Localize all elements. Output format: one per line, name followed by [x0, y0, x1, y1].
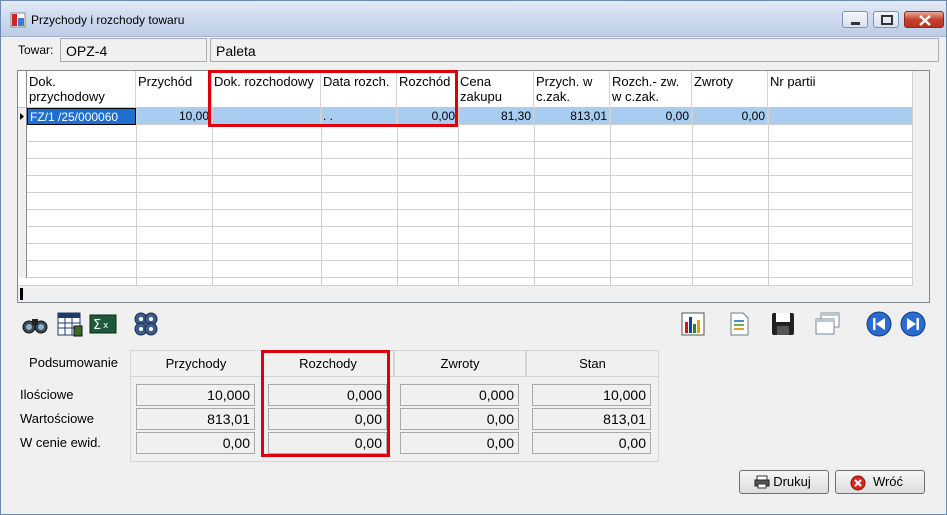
summary-value: 0,00	[532, 432, 651, 454]
title-bar[interactable]: Przychody i rozchody towaru	[1, 1, 946, 37]
printer-icon	[754, 475, 770, 489]
svg-text:Σ: Σ	[93, 318, 101, 333]
summary-value: 813,01	[532, 408, 651, 430]
summary-col-stan: Stan	[526, 350, 659, 377]
cancel-icon	[850, 475, 866, 491]
summary-value: 0,00	[136, 432, 255, 454]
first-record-icon[interactable]	[865, 310, 893, 338]
summary-col-przychody: Przychody	[130, 350, 262, 377]
back-button[interactable]: Wróć	[835, 470, 925, 494]
vertical-scrollbar[interactable]	[912, 71, 929, 302]
app-icon	[10, 12, 26, 28]
transactions-grid[interactable]: Dok. przychodowy Przychód Dok. rozchodow…	[17, 70, 930, 303]
close-button[interactable]	[904, 11, 944, 28]
summary-value: 10,000	[136, 384, 255, 406]
save-icon[interactable]	[769, 310, 797, 338]
window: Przychody i rozchody towaru Towar: OPZ-4…	[0, 0, 947, 515]
summary-value: 813,01	[136, 408, 255, 430]
last-record-icon[interactable]	[899, 310, 927, 338]
calculator-grid-icon[interactable]	[56, 310, 84, 338]
header-indicator	[18, 71, 27, 108]
col-header-dok-przychodowy[interactable]: Dok. przychodowy	[27, 71, 136, 108]
print-button[interactable]: Drukuj	[739, 470, 829, 494]
summary-value: 0,000	[400, 384, 519, 406]
col-header-przych-czak[interactable]: Przych. w c.zak.	[534, 71, 610, 108]
summary-row-label: Wartościowe	[20, 411, 94, 426]
towar-code-field[interactable]: OPZ-4	[60, 38, 207, 62]
gears-icon[interactable]	[132, 310, 160, 338]
minimize-button[interactable]	[842, 11, 868, 28]
summary-value: 10,000	[532, 384, 651, 406]
binoculars-icon[interactable]	[21, 310, 49, 338]
horizontal-scrollbar[interactable]	[18, 285, 913, 302]
towar-label: Towar:	[18, 43, 54, 57]
summary-col-zwroty: Zwroty	[394, 350, 526, 377]
col-header-przychod[interactable]: Przychód	[136, 71, 212, 108]
col-header-zwroty[interactable]: Zwroty	[692, 71, 768, 108]
summary-value: 0,00	[400, 432, 519, 454]
col-header-rozchod[interactable]: Rozchód	[397, 71, 458, 108]
col-header-cena-zakupu[interactable]: Cena zakupu	[458, 71, 534, 108]
grid-header: Dok. przychodowy Przychód Dok. rozchodow…	[18, 71, 913, 108]
grid-lines	[136, 108, 769, 285]
back-button-label: Wróć	[872, 474, 904, 489]
print-button-label: Drukuj	[773, 474, 811, 489]
col-header-dok-rozchodowy[interactable]: Dok. rozchodowy	[212, 71, 321, 108]
col-header-rozch-zw-czak[interactable]: Rozch.- zw. w c.zak.	[610, 71, 692, 108]
document-icon[interactable]	[725, 310, 753, 338]
summary-col-rozchody: Rozchody	[262, 350, 394, 377]
summary-row-label: W cenie ewid.	[20, 435, 101, 450]
summary-value: 0,00	[268, 408, 387, 430]
summary-panel: Podsumowanie Przychody Rozchody Zwroty S…	[17, 350, 659, 462]
window-title: Przychody i rozchody towaru	[31, 13, 185, 27]
summary-value: 0,00	[268, 432, 387, 454]
windows-icon[interactable]	[813, 310, 841, 338]
maximize-icon	[881, 15, 893, 25]
summary-header: Podsumowanie	[17, 350, 130, 377]
summary-value: 0,00	[400, 408, 519, 430]
scroll-thumb[interactable]	[20, 288, 23, 300]
summary-value: 0,000	[268, 384, 387, 406]
col-header-data-rozch[interactable]: Data rozch.	[321, 71, 397, 108]
sum-icon[interactable]: Σ x	[89, 310, 117, 338]
maximize-button[interactable]	[873, 11, 899, 28]
col-header-nr-partii[interactable]: Nr partii	[768, 71, 913, 108]
svg-text:x: x	[103, 321, 109, 331]
close-icon	[919, 15, 931, 26]
towar-name-field[interactable]: Paleta	[210, 38, 939, 62]
chart-icon[interactable]	[679, 310, 707, 338]
minimize-icon	[851, 22, 860, 25]
summary-row-label: Ilościowe	[20, 387, 74, 402]
